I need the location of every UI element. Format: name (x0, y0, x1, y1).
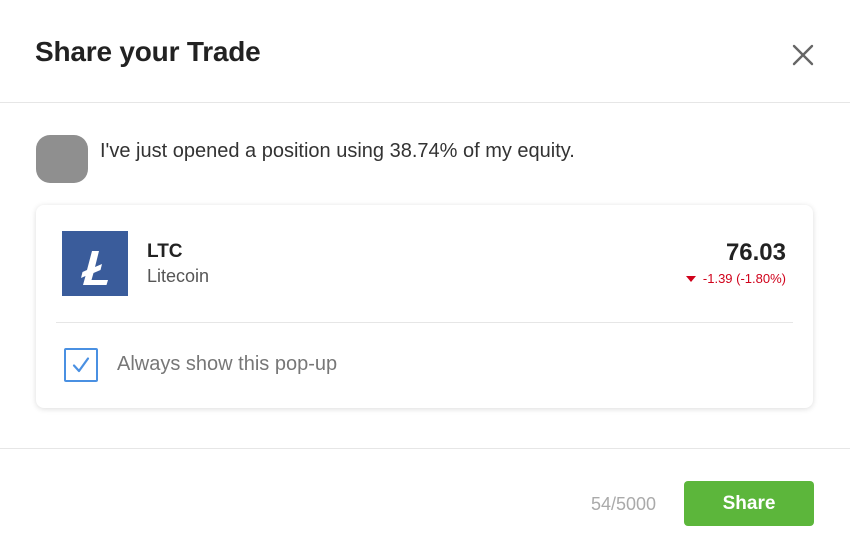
instrument-ticker: LTC (147, 241, 183, 262)
instrument-card: LTC Litecoin 76.03 -1.39 (-1.80%) Always… (36, 205, 813, 408)
avatar (36, 135, 88, 183)
instrument-name: Litecoin (147, 266, 210, 286)
always-show-checkbox[interactable] (64, 348, 98, 382)
share-message[interactable]: I've just opened a position using 38.74%… (100, 140, 575, 163)
always-show-label[interactable]: Always show this pop-up (117, 353, 337, 376)
price-change-value: -1.39 (-1.80%) (702, 271, 786, 286)
card-divider (56, 322, 793, 323)
footer-divider (0, 448, 850, 449)
share-button[interactable]: Share (684, 481, 814, 526)
dialog-title: Share your Trade (35, 36, 261, 67)
price-change: -1.39 (-1.80%) (685, 271, 786, 286)
dialog-header: Share your Trade (0, 0, 850, 103)
instrument-price: 76.03 (725, 239, 786, 266)
character-counter: 54/5000 (591, 494, 657, 514)
litecoin-logo-icon (62, 231, 128, 296)
down-arrow-icon (685, 275, 696, 282)
close-icon[interactable] (786, 38, 820, 72)
checkmark-icon (72, 357, 90, 373)
